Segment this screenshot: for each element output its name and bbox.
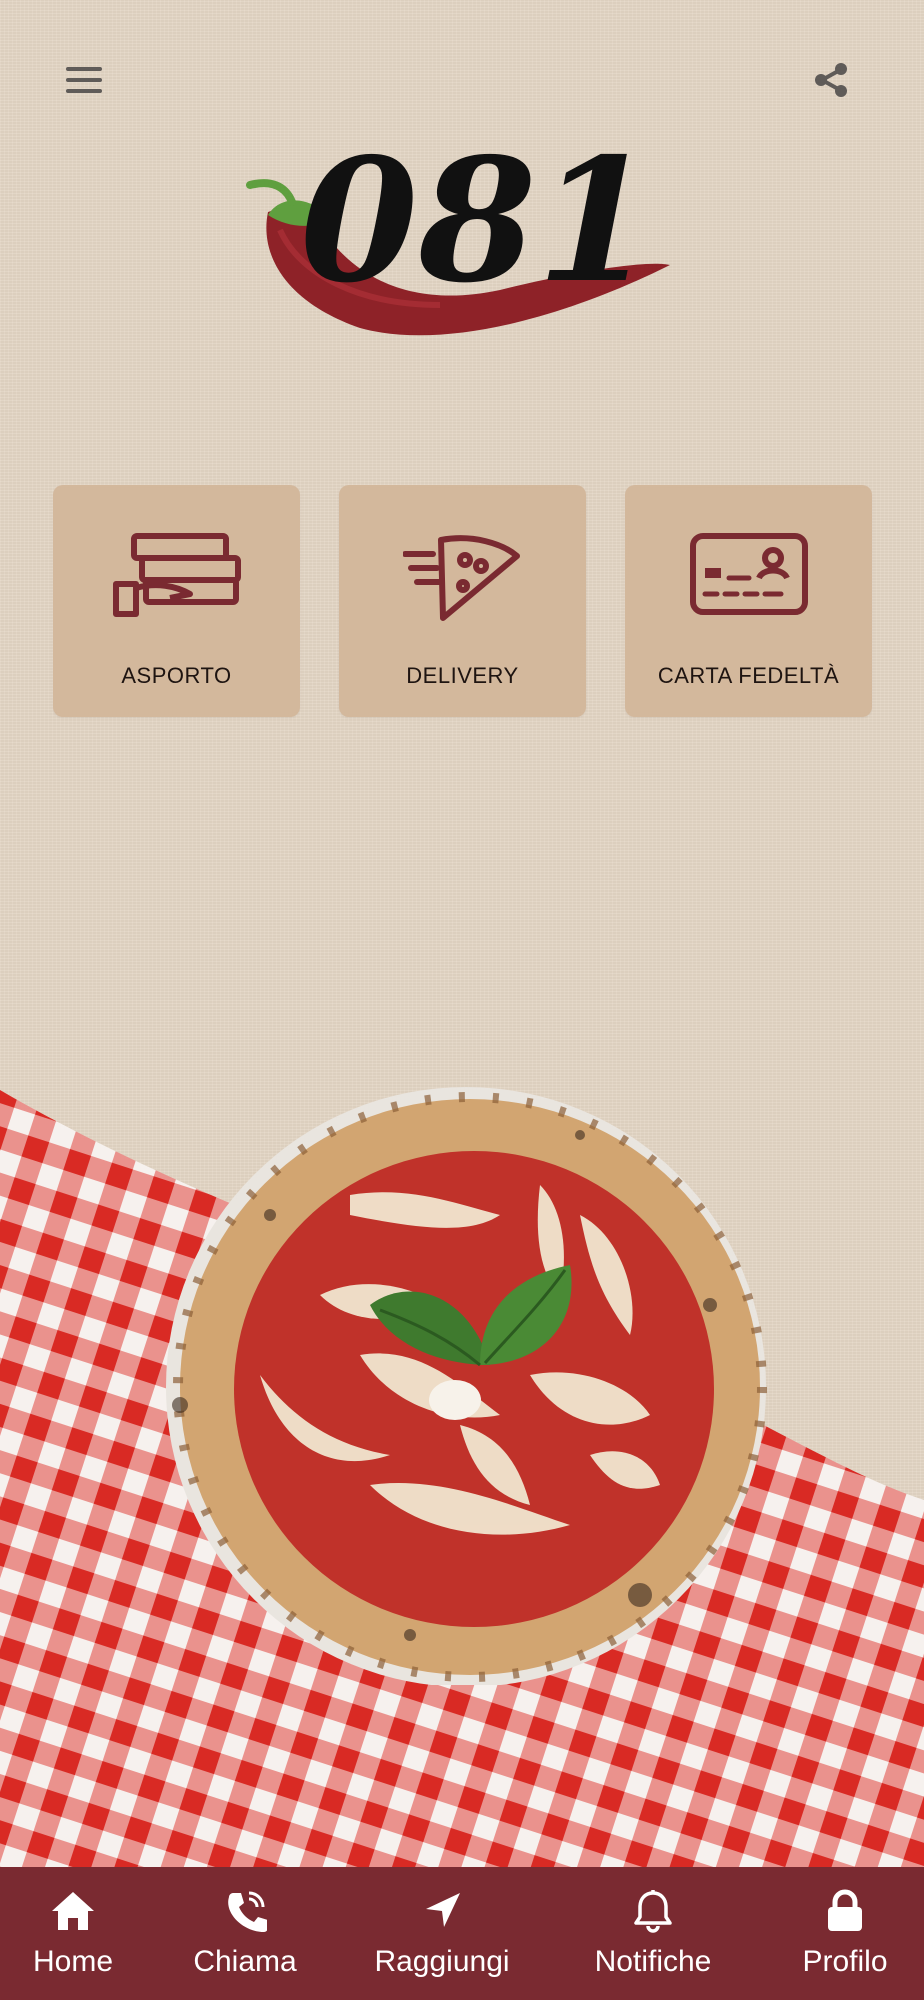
margherita-pizza-image (150, 1075, 770, 1687)
tile-label: DELIVERY (406, 663, 519, 688)
lock-icon (821, 1887, 869, 1935)
pizza-boxes-hand-icon (112, 533, 241, 617)
service-tiles: ASPORTO DELIVERY CARTA FEDELTÀ (53, 485, 873, 717)
home-icon (49, 1887, 97, 1935)
tile-delivery[interactable]: DELIVERY (339, 485, 586, 717)
nav-home[interactable]: Home (0, 1867, 146, 2000)
nav-label: Home (32, 1945, 114, 1978)
nav-label: Raggiungi (374, 1945, 510, 1978)
nav-profilo[interactable]: Profilo (766, 1867, 924, 2000)
tile-asporto[interactable]: ASPORTO (53, 485, 300, 717)
nav-notifiche[interactable]: Notifiche (540, 1867, 766, 2000)
nav-label: Profilo (802, 1945, 888, 1978)
share-icon[interactable] (809, 58, 853, 102)
nav-label: Chiama (193, 1945, 297, 1978)
nav-raggiungi[interactable]: Raggiungi (344, 1867, 540, 2000)
nav-chiama[interactable]: Chiama (146, 1867, 344, 2000)
loyalty-card-icon (689, 533, 808, 615)
logo-text: 081 (300, 121, 655, 321)
fast-pizza-slice-icon (402, 535, 520, 621)
tile-label: CARTA FEDELTÀ (657, 663, 840, 688)
hamburger-menu-icon[interactable] (62, 58, 106, 102)
restaurant-logo: 081 (240, 100, 680, 350)
tile-label: ASPORTO (121, 663, 232, 688)
bell-icon (629, 1887, 677, 1935)
tile-carta-fedelta[interactable]: CARTA FEDELTÀ (625, 485, 872, 717)
phone-call-icon (221, 1887, 269, 1935)
nav-label: Notifiche (594, 1945, 712, 1978)
bottom-navigation: Home Chiama Raggiungi Notifiche Profilo (0, 1867, 924, 2000)
navigation-arrow-icon (418, 1887, 466, 1935)
